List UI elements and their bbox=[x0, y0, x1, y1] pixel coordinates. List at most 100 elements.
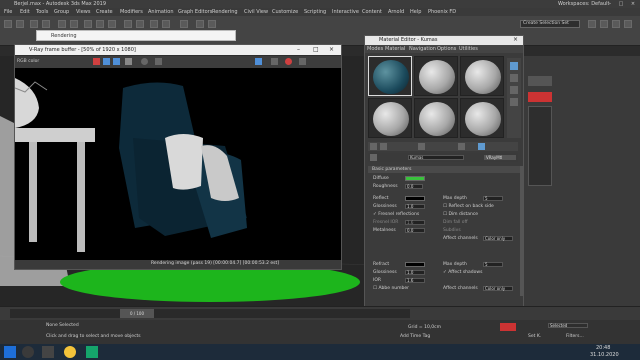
filters-button[interactable]: Filters... bbox=[566, 334, 584, 339]
select-icon[interactable] bbox=[58, 20, 66, 28]
stop-render-icon[interactable] bbox=[285, 58, 292, 65]
windows-start-icon[interactable] bbox=[4, 346, 16, 358]
clear-image-icon[interactable] bbox=[155, 58, 162, 65]
background-icon[interactable] bbox=[510, 86, 518, 94]
snap-icon[interactable] bbox=[124, 20, 132, 28]
menu-phoenix-fd[interactable]: Phoenix FD bbox=[428, 9, 456, 15]
affect-channels-dropdown[interactable]: Color only bbox=[483, 236, 513, 241]
material-slot[interactable] bbox=[414, 56, 458, 96]
selection-set-dropdown[interactable]: Create Selection Set bbox=[520, 20, 580, 28]
close-icon[interactable]: × bbox=[329, 46, 334, 53]
menu-help[interactable]: Help bbox=[410, 9, 421, 15]
basic-parameters-rollout[interactable]: Basic parameters bbox=[368, 166, 520, 173]
render-icon[interactable] bbox=[612, 20, 620, 28]
glossiness-field[interactable]: 1.0 bbox=[405, 204, 425, 209]
menu-create[interactable]: Create bbox=[96, 9, 113, 15]
max-depth-field[interactable]: 5 bbox=[483, 196, 503, 201]
menu-tools[interactable]: Tools bbox=[36, 9, 48, 15]
mirror-icon[interactable] bbox=[150, 20, 158, 28]
redo-icon[interactable] bbox=[16, 20, 24, 28]
material-editor-window[interactable]: Material Editor - Kumas × Modes Material… bbox=[364, 35, 524, 307]
object-color-swatch[interactable] bbox=[528, 92, 552, 102]
close-button[interactable]: × bbox=[628, 1, 638, 7]
affect-shadows-checkbox[interactable]: ✓ Affect shadows bbox=[443, 270, 482, 275]
menu-edit[interactable]: Edit bbox=[20, 9, 30, 15]
material-name-field[interactable]: Kumas bbox=[408, 155, 464, 160]
workspace-selector[interactable]: Workspaces: Default bbox=[558, 1, 609, 7]
layer-icon[interactable] bbox=[180, 20, 188, 28]
sample-type-icon[interactable] bbox=[510, 62, 518, 70]
menu-file[interactable]: File bbox=[4, 9, 12, 15]
material-slot[interactable] bbox=[368, 98, 412, 138]
vfb-title-bar[interactable]: V-Ray frame buffer - [50% of 1920 x 1080… bbox=[15, 45, 341, 55]
reset-map-icon[interactable] bbox=[418, 143, 425, 150]
close-icon[interactable]: × bbox=[513, 36, 518, 43]
menu-material[interactable]: Material bbox=[385, 46, 405, 52]
curve-editor-icon[interactable] bbox=[196, 20, 204, 28]
region-render-icon[interactable] bbox=[255, 58, 262, 65]
refract-color-swatch[interactable] bbox=[405, 262, 425, 267]
command-panel-tab[interactable] bbox=[528, 76, 552, 86]
material-editor-title-bar[interactable]: Material Editor - Kumas × bbox=[365, 36, 523, 45]
diffuse-color-swatch[interactable] bbox=[405, 176, 425, 181]
uv-tiling-icon[interactable] bbox=[510, 98, 518, 106]
blue-channel-icon[interactable] bbox=[113, 58, 120, 65]
material-slot[interactable] bbox=[460, 98, 504, 138]
material-type-button[interactable]: VRayMtl bbox=[484, 155, 516, 160]
set-key-button[interactable]: Set K. bbox=[528, 334, 541, 339]
backlight-icon[interactable] bbox=[510, 74, 518, 82]
auto-key-button[interactable] bbox=[500, 323, 516, 331]
fresnel-ior-field[interactable]: 1.6 bbox=[405, 220, 425, 225]
render-last-icon[interactable] bbox=[271, 58, 278, 65]
chrome-icon[interactable] bbox=[64, 346, 76, 358]
channel-dropdown[interactable]: RGB color bbox=[17, 59, 39, 64]
move-icon[interactable] bbox=[84, 20, 92, 28]
teapot-render-icon[interactable] bbox=[299, 58, 306, 65]
reflect-color-swatch[interactable] bbox=[405, 196, 425, 201]
get-material-icon[interactable] bbox=[370, 143, 377, 150]
save-image-icon[interactable] bbox=[141, 58, 148, 65]
link-icon[interactable] bbox=[30, 20, 38, 28]
maximize-button[interactable]: □ bbox=[616, 1, 626, 7]
align-icon[interactable] bbox=[162, 20, 170, 28]
unlink-icon[interactable] bbox=[42, 20, 50, 28]
scale-icon[interactable] bbox=[108, 20, 116, 28]
task-view-icon[interactable] bbox=[42, 346, 54, 358]
menu-group[interactable]: Group bbox=[54, 9, 69, 15]
menu-modifiers[interactable]: Modifiers bbox=[120, 9, 143, 15]
vray-frame-buffer-window[interactable]: V-Ray frame buffer - [50% of 1920 x 1080… bbox=[14, 44, 342, 270]
red-channel-icon[interactable] bbox=[93, 58, 100, 65]
search-icon[interactable] bbox=[22, 346, 34, 358]
menu-rendering[interactable]: Rendering bbox=[212, 9, 238, 15]
minimize-icon[interactable]: – bbox=[297, 46, 300, 53]
render-setup-icon[interactable] bbox=[588, 20, 596, 28]
schematic-icon[interactable] bbox=[208, 20, 216, 28]
roughness-field[interactable]: 0.0 bbox=[405, 184, 423, 189]
teapot-icon[interactable] bbox=[624, 20, 632, 28]
metalness-field[interactable]: 0.0 bbox=[405, 228, 425, 233]
material-editor-scrollbar[interactable] bbox=[520, 166, 523, 296]
timeline[interactable]: 0 / 100 bbox=[0, 306, 640, 320]
material-slot[interactable] bbox=[460, 56, 504, 96]
dim-distance-checkbox[interactable]: ☐ Dim distance bbox=[443, 212, 478, 217]
menu-modes[interactable]: Modes bbox=[367, 46, 383, 52]
menu-scripting[interactable]: Scripting bbox=[304, 9, 326, 15]
add-time-tag-button[interactable]: Add Time Tag bbox=[400, 334, 430, 339]
refract-affect-channels-dropdown[interactable]: Color only bbox=[483, 286, 513, 291]
time-slider-track[interactable]: 0 / 100 bbox=[10, 309, 410, 318]
fresnel-checkbox[interactable]: ✓ Fresnel reflections bbox=[373, 212, 419, 217]
material-slot[interactable] bbox=[414, 98, 458, 138]
menu-graph-editors[interactable]: Graph Editors bbox=[178, 9, 212, 15]
refract-glossiness-field[interactable]: 1.0 bbox=[405, 270, 425, 275]
render-frame-icon[interactable] bbox=[600, 20, 608, 28]
rendering-window[interactable]: Rendering bbox=[36, 30, 236, 41]
menu-navigation[interactable]: Navigation bbox=[409, 46, 436, 52]
alpha-channel-icon[interactable] bbox=[125, 58, 132, 65]
assign-material-icon[interactable] bbox=[380, 143, 387, 150]
eyedropper-icon[interactable] bbox=[370, 154, 377, 161]
angle-snap-icon[interactable] bbox=[136, 20, 144, 28]
time-slider-thumb[interactable]: 0 / 100 bbox=[120, 309, 154, 318]
menu-options[interactable]: Options bbox=[437, 46, 456, 52]
menu-customize[interactable]: Customize bbox=[272, 9, 298, 15]
menu-civil-view[interactable]: Civil View bbox=[244, 9, 268, 15]
